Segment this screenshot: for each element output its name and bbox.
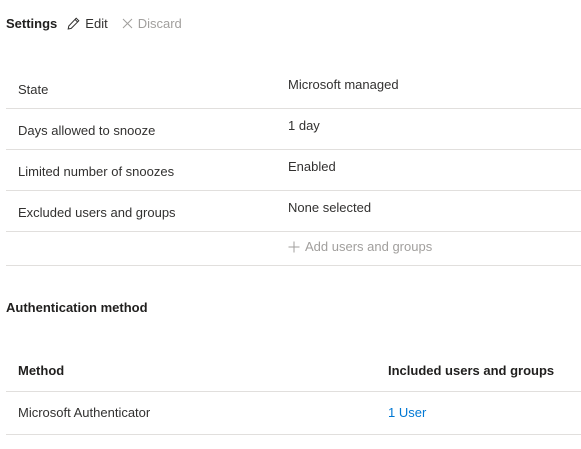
setting-value: 1 day: [288, 118, 320, 133]
add-users-and-groups-button[interactable]: Add users and groups: [288, 239, 432, 254]
setting-row-add: Add users and groups: [6, 232, 581, 266]
discard-label: Discard: [137, 15, 182, 31]
add-users-label: Add users and groups: [305, 239, 433, 254]
setting-label: State: [18, 82, 49, 97]
column-header-method: Method: [18, 363, 65, 378]
table-header-row: Method Included users and groups: [6, 350, 581, 392]
plus-icon: [288, 241, 300, 253]
settings-header: Settings Edit Discard: [6, 12, 196, 34]
setting-row-days-allowed: Days allowed to snooze 1 day: [6, 109, 581, 150]
setting-label: Days allowed to snooze: [18, 123, 156, 138]
setting-label: Limited number of snoozes: [18, 164, 175, 179]
setting-row-limited-snoozes: Limited number of snoozes Enabled: [6, 150, 581, 191]
edit-button[interactable]: Edit: [67, 15, 108, 31]
setting-value: Microsoft managed: [288, 77, 399, 92]
close-icon: [122, 18, 133, 29]
column-header-included: Included users and groups: [388, 363, 555, 378]
setting-row-excluded: Excluded users and groups None selected: [6, 191, 581, 232]
included-users-link[interactable]: 1 User: [388, 405, 426, 420]
page-title: Settings: [6, 15, 58, 31]
method-name: Microsoft Authenticator: [18, 405, 151, 420]
setting-value: Enabled: [288, 159, 336, 174]
auth-method-table: Method Included users and groups Microso…: [6, 350, 581, 435]
setting-value: None selected: [288, 200, 372, 215]
discard-button[interactable]: Discard: [122, 16, 182, 31]
edit-label: Edit: [85, 15, 108, 31]
section-title: Authentication method: [6, 300, 148, 315]
table-row: Microsoft Authenticator 1 User: [6, 392, 581, 435]
setting-label: Excluded users and groups: [18, 205, 176, 220]
settings-table: State Microsoft managed Days allowed to …: [6, 68, 581, 266]
pencil-icon: [67, 16, 80, 30]
setting-row-state: State Microsoft managed: [6, 68, 581, 109]
